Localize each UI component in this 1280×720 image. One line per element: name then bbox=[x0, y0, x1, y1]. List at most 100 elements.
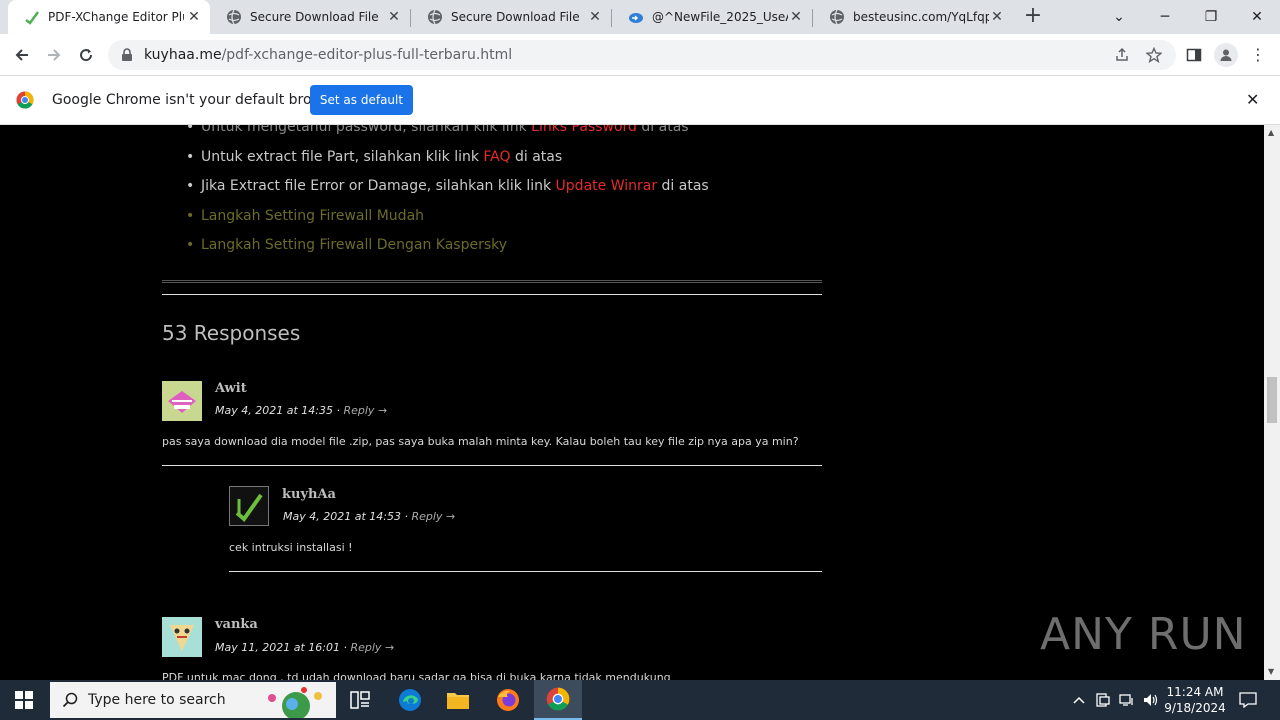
firefox-icon bbox=[497, 689, 519, 711]
comment-text: pas saya download dia model file .zip, p… bbox=[162, 435, 799, 448]
globe-icon bbox=[427, 9, 443, 25]
close-tab-icon[interactable]: ✕ bbox=[386, 9, 402, 25]
side-panel-icon[interactable] bbox=[1186, 47, 1202, 63]
comment-meta: May 4, 2021 at 14:35 · Reply → bbox=[215, 404, 388, 417]
close-tab-icon[interactable]: ✕ bbox=[788, 9, 804, 25]
tab-besteusinc[interactable]: besteusinc.com/YqLfqp6 ✕ bbox=[813, 0, 1013, 34]
divider bbox=[162, 294, 822, 295]
update-winrar-link[interactable]: Update Winrar bbox=[556, 178, 658, 194]
taskbar-search[interactable]: Type here to search bbox=[50, 682, 336, 718]
scroll-down-icon[interactable]: ▼ bbox=[1268, 667, 1274, 676]
firewall-kaspersky-link[interactable]: Langkah Setting Firewall Dengan Kaspersk… bbox=[180, 231, 709, 261]
comment-date[interactable]: May 11, 2021 at 16:01 bbox=[215, 641, 340, 654]
kuyhaa-logo-icon bbox=[24, 9, 40, 25]
responses-heading: 53 Responses bbox=[162, 321, 301, 345]
url-host: kuyhaa.me bbox=[144, 47, 222, 63]
close-tab-icon[interactable]: ✕ bbox=[186, 9, 202, 25]
page-scrollbar[interactable]: ▲ ▼ bbox=[1264, 125, 1280, 680]
list-item: Untuk mengetahui password, silahkan klik… bbox=[180, 125, 709, 143]
show-hidden-icons-button[interactable] bbox=[1068, 680, 1090, 720]
url-path: /pdf-xchange-editor-plus-full-terbaru.ht… bbox=[221, 47, 513, 63]
list-item: Jika Extract file Error or Damage, silah… bbox=[180, 172, 709, 202]
minimize-button[interactable]: ─ bbox=[1142, 0, 1188, 34]
comment-text: PDF untuk mac dong , td udah download ba… bbox=[162, 671, 671, 680]
meet-now-icon[interactable] bbox=[1092, 680, 1114, 720]
infobar-message: Google Chrome isn't your default browser bbox=[52, 92, 345, 108]
task-view-icon bbox=[350, 691, 370, 709]
clock-time: 11:24 AM bbox=[1166, 685, 1224, 699]
search-icon bbox=[62, 692, 78, 708]
profile-avatar[interactable] bbox=[1214, 43, 1238, 67]
bookmark-star-icon[interactable] bbox=[1146, 47, 1162, 63]
faq-link[interactable]: FAQ bbox=[483, 149, 510, 165]
reply-link[interactable]: Reply → bbox=[350, 641, 394, 654]
tab-secure-download-2[interactable]: Secure Download File ✕ bbox=[411, 0, 611, 34]
comment-author: Awit bbox=[215, 381, 247, 396]
tab-secure-download-1[interactable]: Secure Download File ✕ bbox=[210, 0, 410, 34]
tab-search-button[interactable]: ⌄ bbox=[1096, 0, 1142, 34]
tab-newfile[interactable]: @^NewFile_2025_UseAs_ ✕ bbox=[612, 0, 812, 34]
restore-button[interactable]: ❐ bbox=[1188, 0, 1234, 34]
avatar bbox=[162, 381, 202, 421]
share-icon[interactable] bbox=[1114, 47, 1130, 63]
comment-date[interactable]: May 4, 2021 at 14:53 bbox=[283, 510, 401, 523]
tab-title: @^NewFile_2025_UseAs_ bbox=[652, 10, 788, 24]
chrome-logo-icon bbox=[16, 91, 34, 109]
back-button[interactable] bbox=[8, 41, 36, 69]
list-item-text: di atas bbox=[510, 148, 563, 165]
tab-pdf-xchange[interactable]: PDF-XChange Editor Plus ✕ bbox=[8, 0, 210, 34]
comment-divider bbox=[229, 571, 822, 572]
start-button[interactable] bbox=[0, 680, 48, 720]
taskbar-clock[interactable]: 11:24 AM 9/18/2024 bbox=[1160, 684, 1230, 716]
set-as-default-button[interactable]: Set as default bbox=[310, 85, 413, 115]
comment-meta: May 11, 2021 at 16:01 · Reply → bbox=[215, 641, 395, 654]
default-browser-infobar: Google Chrome isn't your default browser… bbox=[0, 76, 1280, 125]
edge-icon bbox=[399, 689, 421, 711]
notification-icon bbox=[1239, 692, 1257, 708]
notification-center-button[interactable] bbox=[1234, 680, 1262, 720]
list-item: Untuk extract file Part, silahkan klik l… bbox=[180, 143, 709, 173]
globe-icon bbox=[829, 9, 845, 25]
list-item-text: Untuk extract file Part, silahkan klik l… bbox=[201, 148, 484, 165]
firewall-mudah-link[interactable]: Langkah Setting Firewall Mudah bbox=[180, 202, 709, 232]
new-tab-button[interactable]: + bbox=[1022, 5, 1044, 27]
edge-taskbar-button[interactable] bbox=[386, 680, 434, 720]
tab-title: besteusinc.com/YqLfqp6 bbox=[853, 10, 989, 24]
reply-link[interactable]: Reply → bbox=[411, 510, 455, 523]
chrome-taskbar-button[interactable] bbox=[534, 680, 582, 720]
menu-kebab-icon[interactable]: ⋮ bbox=[1250, 44, 1266, 66]
close-infobar-icon[interactable]: ✕ bbox=[1246, 90, 1259, 109]
file-explorer-taskbar-button[interactable] bbox=[434, 680, 482, 720]
comment-author: vanka bbox=[215, 617, 258, 632]
task-view-button[interactable] bbox=[336, 680, 384, 720]
forward-button[interactable] bbox=[40, 41, 68, 69]
reply-link[interactable]: Reply → bbox=[343, 404, 387, 417]
chevron-up-icon bbox=[1073, 696, 1085, 704]
comment-text: cek intruksi installasi ! bbox=[229, 541, 353, 554]
close-tab-icon[interactable]: ✕ bbox=[989, 9, 1005, 25]
firefox-taskbar-button[interactable] bbox=[484, 680, 532, 720]
windows-taskbar: Type here to search 11:24 AM 9/18/2024 bbox=[0, 680, 1280, 720]
tab-strip: PDF-XChange Editor Plus ✕ Secure Downloa… bbox=[0, 0, 1280, 34]
tab-title: PDF-XChange Editor Plus bbox=[48, 10, 184, 24]
reload-button[interactable] bbox=[72, 41, 100, 69]
browser-toolbar: kuyhaa.me/pdf-xchange-editor-plus-full-t… bbox=[0, 34, 1280, 76]
scrollbar-thumb[interactable] bbox=[1267, 377, 1277, 423]
avatar bbox=[229, 486, 269, 526]
volume-icon[interactable] bbox=[1140, 680, 1162, 720]
comment-author: kuyhAa bbox=[282, 487, 336, 502]
network-icon[interactable] bbox=[1116, 680, 1138, 720]
comment-divider bbox=[162, 465, 822, 466]
page-content: Untuk mengetahui password, silahkan klik… bbox=[0, 125, 1264, 680]
instruction-list: Untuk mengetahui password, silahkan klik… bbox=[180, 125, 709, 261]
comment-meta: May 4, 2021 at 14:53 · Reply → bbox=[283, 510, 456, 523]
lock-icon bbox=[122, 48, 132, 61]
close-tab-icon[interactable]: ✕ bbox=[587, 9, 603, 25]
avatar bbox=[162, 617, 202, 657]
scroll-up-icon[interactable]: ▲ bbox=[1268, 128, 1274, 137]
address-bar[interactable]: kuyhaa.me/pdf-xchange-editor-plus-full-t… bbox=[108, 40, 1176, 70]
globe-icon bbox=[226, 9, 242, 25]
comment-date[interactable]: May 4, 2021 at 14:35 bbox=[215, 404, 333, 417]
close-window-button[interactable]: ✕ bbox=[1234, 0, 1280, 34]
tab-title: Secure Download File bbox=[250, 10, 379, 24]
